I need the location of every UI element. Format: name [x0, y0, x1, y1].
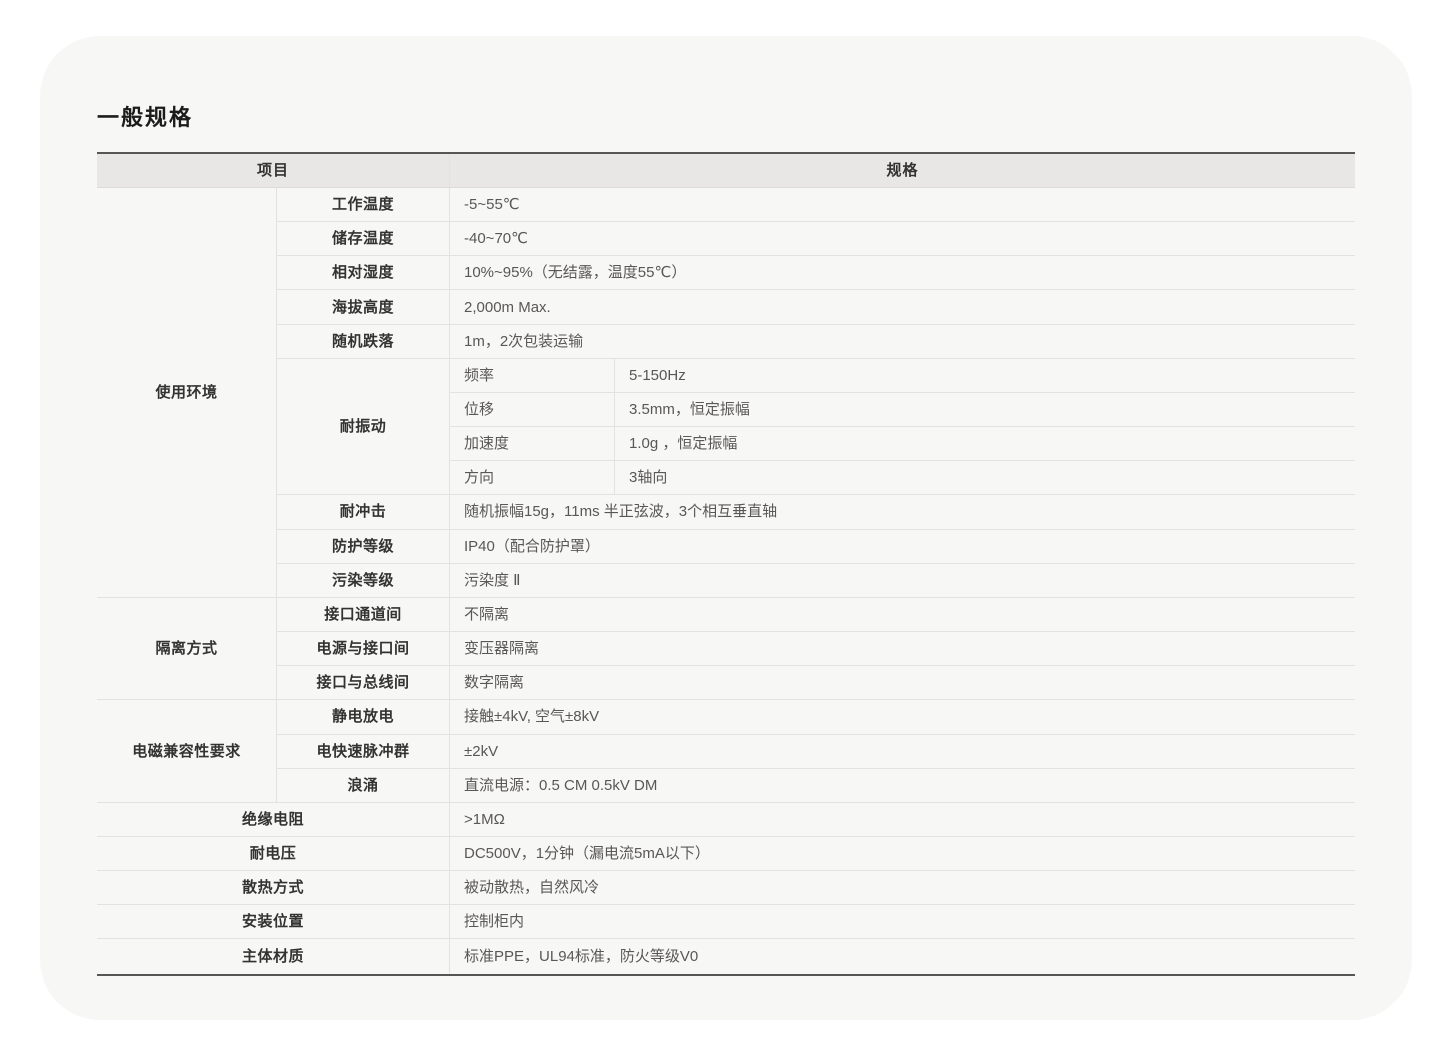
subrow-value: 3轴向 — [615, 461, 1355, 495]
row-label: 接口通道间 — [277, 598, 450, 632]
row-value: 随机振幅15g，11ms 半正弦波，3个相互垂直轴 — [450, 495, 1355, 529]
row-label: 静电放电 — [277, 700, 450, 734]
row-value: 变压器隔离 — [450, 632, 1355, 666]
row-label: 电源与接口间 — [277, 632, 450, 666]
row-label: 储存温度 — [277, 222, 450, 256]
table-header-item: 项目 — [97, 154, 450, 188]
row-value: 不隔离 — [450, 598, 1355, 632]
row-value: -5~55℃ — [450, 188, 1355, 222]
row-value: IP40（配合防护罩） — [450, 530, 1355, 564]
row-value: 数字隔离 — [450, 666, 1355, 700]
row-label: 安装位置 — [97, 905, 450, 939]
subrow-label: 方向 — [450, 461, 615, 495]
row-label: 相对湿度 — [277, 256, 450, 290]
row-value: 1m，2次包装运输 — [450, 325, 1355, 359]
spec-table: 项目 规格 使用环境 工作温度 -5~55℃ 储存温度 -40~70℃ 相对湿度… — [97, 152, 1355, 976]
subrow-label: 频率 — [450, 359, 615, 393]
row-value: >1MΩ — [450, 803, 1355, 837]
row-label: 工作温度 — [277, 188, 450, 222]
row-label: 随机跌落 — [277, 325, 450, 359]
row-label: 浪涌 — [277, 769, 450, 803]
row-value: -40~70℃ — [450, 222, 1355, 256]
row-value: 接触±4kV, 空气±8kV — [450, 700, 1355, 734]
row-label: 主体材质 — [97, 939, 450, 973]
row-value: 10%~95%（无结露，温度55℃） — [450, 256, 1355, 290]
row-value: 直流电源：0.5 CM 0.5kV DM — [450, 769, 1355, 803]
content-card: 一般规格 项目 规格 使用环境 工作温度 -5~55℃ 储存温度 -40~70℃… — [40, 36, 1412, 1020]
row-label: 散热方式 — [97, 871, 450, 905]
row-label: 耐冲击 — [277, 495, 450, 529]
subrow-value: 1.0g ，恒定振幅 — [615, 427, 1355, 461]
row-label: 电快速脉冲群 — [277, 735, 450, 769]
page: 一般规格 项目 规格 使用环境 工作温度 -5~55℃ 储存温度 -40~70℃… — [0, 0, 1440, 1055]
row-value: 2,000m Max. — [450, 290, 1355, 324]
row-label-vibration: 耐振动 — [277, 359, 450, 496]
row-value: 被动散热，自然风冷 — [450, 871, 1355, 905]
subrow-value: 3.5mm，恒定振幅 — [615, 393, 1355, 427]
subrow-label: 位移 — [450, 393, 615, 427]
row-value: DC500V，1分钟（漏电流5mA以下） — [450, 837, 1355, 871]
row-label: 绝缘电阻 — [97, 803, 450, 837]
row-value: 控制柜内 — [450, 905, 1355, 939]
row-value: 标准PPE，UL94标准，防火等级V0 — [450, 939, 1355, 973]
group-label-environment: 使用环境 — [97, 188, 277, 598]
row-label: 接口与总线间 — [277, 666, 450, 700]
group-label-emc: 电磁兼容性要求 — [97, 700, 277, 802]
group-label-isolation: 隔离方式 — [97, 598, 277, 700]
subrow-value: 5-150Hz — [615, 359, 1355, 393]
row-value: ±2kV — [450, 735, 1355, 769]
row-label: 防护等级 — [277, 530, 450, 564]
row-label: 海拔高度 — [277, 290, 450, 324]
page-title: 一般规格 — [97, 100, 193, 132]
subrow-label: 加速度 — [450, 427, 615, 461]
table-header-spec: 规格 — [450, 154, 1355, 188]
row-label: 耐电压 — [97, 837, 450, 871]
row-value: 污染度 Ⅱ — [450, 564, 1355, 598]
row-label: 污染等级 — [277, 564, 450, 598]
